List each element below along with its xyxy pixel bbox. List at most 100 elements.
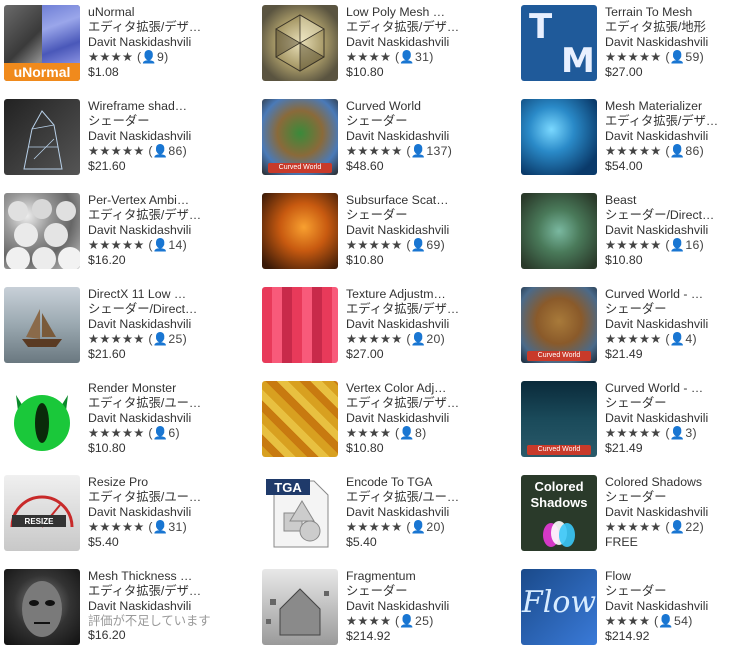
asset-card-vertex-color-adjustments[interactable]: Vertex Color Adj… エディタ拡張/デザ… Davit Naski… xyxy=(262,381,502,473)
asset-publisher[interactable]: Davit Naskidashvili xyxy=(88,35,232,50)
asset-thumbnail[interactable]: RESIZE xyxy=(4,475,80,551)
asset-publisher[interactable]: Davit Naskidashvili xyxy=(88,129,232,144)
asset-publisher[interactable]: Davit Naskidashvili xyxy=(346,411,490,426)
asset-category[interactable]: エディタ拡張/デザ… xyxy=(88,208,232,223)
asset-category[interactable]: エディタ拡張/デザ… xyxy=(346,396,490,411)
asset-title[interactable]: Mesh Thickness … xyxy=(88,569,232,584)
asset-thumbnail[interactable]: Flow xyxy=(521,569,597,645)
asset-card-terrain-to-mesh[interactable]: T M Terrain To Mesh エディタ拡張/地形 Davit Nask… xyxy=(521,5,739,97)
asset-card-encode-to-tga[interactable]: TGA Encode To TGA エディタ拡張/ユー… Davit Naski… xyxy=(262,475,502,567)
asset-category[interactable]: シェーダー xyxy=(88,114,232,129)
asset-card-directx11-low-poly[interactable]: DirectX 11 Low … シェーダー/Direct… Davit Nas… xyxy=(4,287,244,379)
asset-card-wireframe-shader[interactable]: Wireframe shad… シェーダー Davit Naskidashvil… xyxy=(4,99,244,191)
asset-thumbnail[interactable]: uNormal xyxy=(4,5,80,81)
asset-thumbnail[interactable] xyxy=(262,381,338,457)
asset-card-subsurface-scattering[interactable]: Subsurface Scat… シェーダー Davit Naskidashvi… xyxy=(262,193,502,285)
asset-thumbnail[interactable]: Curved World xyxy=(521,287,597,363)
asset-thumbnail[interactable]: Curved World xyxy=(262,99,338,175)
asset-category[interactable]: エディタ拡張/ユー… xyxy=(88,396,232,411)
asset-publisher[interactable]: Davit Naskidashvili xyxy=(605,129,739,144)
asset-category[interactable]: エディタ拡張/地形 xyxy=(605,20,739,35)
asset-category[interactable]: シェーダー/Direct… xyxy=(88,302,232,317)
asset-publisher[interactable]: Davit Naskidashvili xyxy=(605,317,739,332)
asset-publisher[interactable]: Davit Naskidashvili xyxy=(88,317,232,332)
asset-card-texture-adjustments[interactable]: Texture Adjustm… エディタ拡張/デザ… Davit Naskid… xyxy=(262,287,502,379)
asset-title[interactable]: Encode To TGA xyxy=(346,475,490,490)
asset-publisher[interactable]: Davit Naskidashvili xyxy=(88,223,232,238)
asset-title[interactable]: Texture Adjustm… xyxy=(346,287,490,302)
asset-title[interactable]: Colored Shadows xyxy=(605,475,739,490)
asset-category[interactable]: エディタ拡張/デザ… xyxy=(88,584,232,599)
asset-publisher[interactable]: Davit Naskidashvili xyxy=(88,599,232,614)
asset-category[interactable]: シェーダー xyxy=(605,584,739,599)
asset-card-flow[interactable]: Flow Flow シェーダー Davit Naskidashvili ★★★★… xyxy=(521,569,739,661)
asset-card-beast[interactable]: Beast シェーダー/Direct… Davit Naskidashvili … xyxy=(521,193,739,285)
asset-card-colored-shadows[interactable]: Colored Shadows Colored Shadows シェーダー Da… xyxy=(521,475,739,567)
asset-category[interactable]: エディタ拡張/デザ… xyxy=(88,20,232,35)
asset-card-resize-pro[interactable]: RESIZE Resize Pro エディタ拡張/ユー… Davit Naski… xyxy=(4,475,244,567)
asset-category[interactable]: シェーダー xyxy=(346,584,490,599)
asset-card-mesh-thickness[interactable]: Mesh Thickness … エディタ拡張/デザ… Davit Naskid… xyxy=(4,569,244,661)
asset-publisher[interactable]: Davit Naskidashvili xyxy=(346,35,490,50)
asset-title[interactable]: Curved World xyxy=(346,99,490,114)
asset-thumbnail[interactable] xyxy=(521,193,597,269)
asset-thumbnail[interactable]: Curved World xyxy=(521,381,597,457)
asset-title[interactable]: Terrain To Mesh xyxy=(605,5,739,20)
asset-category[interactable]: シェーダー xyxy=(605,490,739,505)
asset-title[interactable]: Mesh Materializer xyxy=(605,99,739,114)
asset-thumbnail[interactable] xyxy=(4,569,80,645)
asset-publisher[interactable]: Davit Naskidashvili xyxy=(346,223,490,238)
asset-title[interactable]: uNormal xyxy=(88,5,232,20)
asset-category[interactable]: エディタ拡張/デザ… xyxy=(346,20,490,35)
asset-title[interactable]: Curved World - … xyxy=(605,381,739,396)
asset-title[interactable]: Wireframe shad… xyxy=(88,99,232,114)
asset-card-curved-world-3[interactable]: Curved World Curved World - … シェーダー Davi… xyxy=(521,381,739,473)
asset-title[interactable]: Render Monster xyxy=(88,381,232,396)
asset-thumbnail[interactable]: T M xyxy=(521,5,597,81)
asset-category[interactable]: エディタ拡張/デザ… xyxy=(346,302,490,317)
asset-publisher[interactable]: Davit Naskidashvili xyxy=(605,223,739,238)
asset-card-per-vertex-ambient[interactable]: Per-Vertex Ambi… エディタ拡張/デザ… Davit Naskid… xyxy=(4,193,244,285)
asset-category[interactable]: シェーダー xyxy=(346,114,490,129)
asset-category[interactable]: シェーダー/Direct… xyxy=(605,208,739,223)
asset-title[interactable]: Flow xyxy=(605,569,739,584)
asset-title[interactable]: Per-Vertex Ambi… xyxy=(88,193,232,208)
asset-card-mesh-materializer[interactable]: Mesh Materializer エディタ拡張/デザ… Davit Naski… xyxy=(521,99,739,191)
asset-card-fragmentum[interactable]: Fragmentum シェーダー Davit Naskidashvili ★★★… xyxy=(262,569,502,661)
asset-publisher[interactable]: Davit Naskidashvili xyxy=(605,599,739,614)
asset-publisher[interactable]: Davit Naskidashvili xyxy=(605,35,739,50)
asset-title[interactable]: Vertex Color Adj… xyxy=(346,381,490,396)
asset-publisher[interactable]: Davit Naskidashvili xyxy=(88,505,232,520)
asset-title[interactable]: Curved World - … xyxy=(605,287,739,302)
asset-category[interactable]: エディタ拡張/デザ… xyxy=(605,114,739,129)
asset-title[interactable]: Subsurface Scat… xyxy=(346,193,490,208)
asset-category[interactable]: エディタ拡張/ユー… xyxy=(346,490,490,505)
asset-category[interactable]: シェーダー xyxy=(605,396,739,411)
asset-publisher[interactable]: Davit Naskidashvili xyxy=(346,599,490,614)
asset-thumbnail[interactable]: Colored Shadows xyxy=(521,475,597,551)
asset-publisher[interactable]: Davit Naskidashvili xyxy=(605,411,739,426)
asset-publisher[interactable]: Davit Naskidashvili xyxy=(88,411,232,426)
asset-category[interactable]: シェーダー xyxy=(605,302,739,317)
asset-category[interactable]: シェーダー xyxy=(346,208,490,223)
asset-card-curved-world-2[interactable]: Curved World Curved World - … シェーダー Davi… xyxy=(521,287,739,379)
asset-thumbnail[interactable] xyxy=(262,193,338,269)
asset-title[interactable]: DirectX 11 Low … xyxy=(88,287,232,302)
asset-publisher[interactable]: Davit Naskidashvili xyxy=(346,505,490,520)
asset-publisher[interactable]: Davit Naskidashvili xyxy=(605,505,739,520)
asset-publisher[interactable]: Davit Naskidashvili xyxy=(346,129,490,144)
asset-thumbnail[interactable] xyxy=(521,99,597,175)
asset-title[interactable]: Resize Pro xyxy=(88,475,232,490)
asset-thumbnail[interactable]: TGA xyxy=(262,475,338,551)
asset-category[interactable]: エディタ拡張/ユー… xyxy=(88,490,232,505)
asset-card-unormal[interactable]: uNormal uNormal エディタ拡張/デザ… Davit Naskida… xyxy=(4,5,244,97)
asset-title[interactable]: Beast xyxy=(605,193,739,208)
asset-thumbnail[interactable] xyxy=(4,287,80,363)
asset-publisher[interactable]: Davit Naskidashvili xyxy=(346,317,490,332)
asset-card-low-poly-mesh[interactable]: Low Poly Mesh … エディタ拡張/デザ… Davit Naskida… xyxy=(262,5,502,97)
asset-card-render-monster[interactable]: Render Monster エディタ拡張/ユー… Davit Naskidas… xyxy=(4,381,244,473)
asset-card-curved-world[interactable]: Curved World Curved World シェーダー Davit Na… xyxy=(262,99,502,191)
asset-thumbnail[interactable] xyxy=(262,569,338,645)
asset-thumbnail[interactable] xyxy=(262,5,338,81)
asset-title[interactable]: Low Poly Mesh … xyxy=(346,5,490,20)
